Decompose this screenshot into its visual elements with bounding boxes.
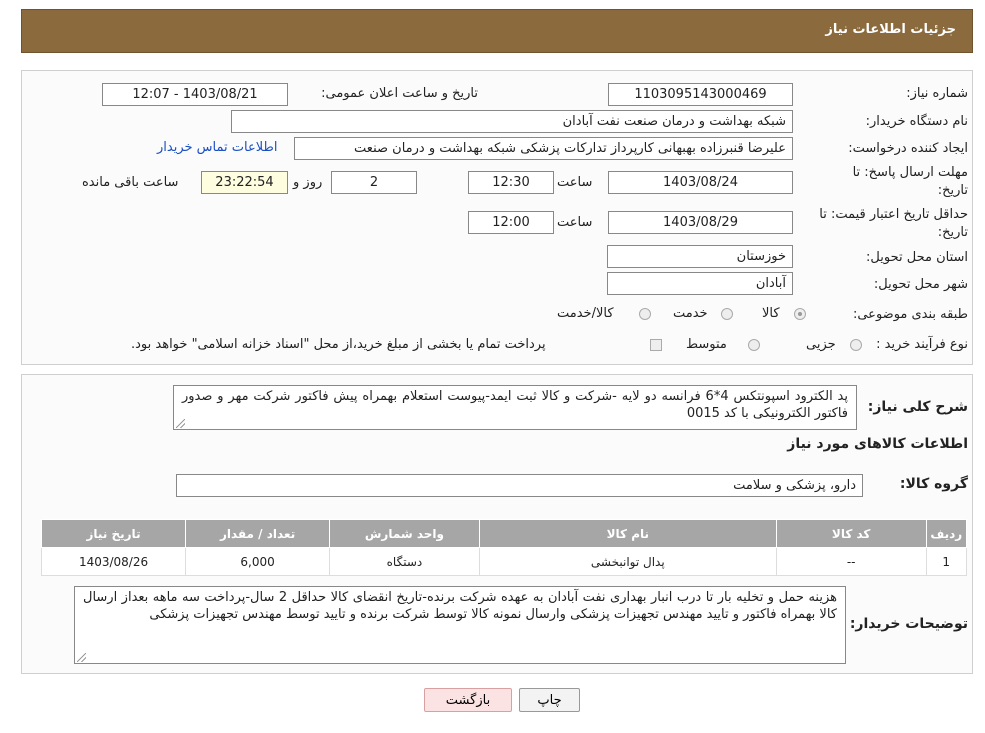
creator-label: ایجاد کننده درخواست:: [848, 141, 968, 156]
deadline-label: مهلت ارسال پاسخ: تا تاریخ:: [852, 165, 968, 198]
general-description-label: شرح کلی نیاز:: [867, 399, 968, 415]
required-items-title: اطلاعات کالاهای مورد نیاز: [787, 436, 968, 452]
cell-quantity: 6,000: [185, 547, 331, 576]
process-minor-radio[interactable]: [850, 339, 862, 351]
col-item-code: کد کالا: [775, 519, 927, 548]
category-goods-label: کالا: [762, 306, 780, 321]
category-goods-service-label: کالا/خدمت: [557, 306, 614, 321]
treasury-payment-note: پرداخت تمام یا بخشی از مبلغ خرید،از محل …: [131, 337, 546, 352]
process-minor-label: جزیی: [806, 337, 836, 352]
buyer-contact-link[interactable]: اطلاعات تماس خریدار: [157, 140, 277, 155]
table-row: 1 -- پدال توانبخشی دستگاه 6,000 1403/08/…: [40, 547, 967, 576]
buyer-notes-textarea[interactable]: هزینه حمل و تخلیه بار تا درب انبار بهدار…: [74, 586, 846, 664]
treasury-payment-checkbox[interactable]: [650, 339, 662, 351]
item-group-label: گروه کالا:: [899, 476, 968, 492]
buyer-notes-text: هزینه حمل و تخلیه بار تا درب انبار بهدار…: [83, 590, 837, 622]
buyer-org-label: نام دستگاه خریدار:: [865, 114, 968, 129]
cell-item-name: پدال توانبخشی: [478, 547, 777, 576]
days-remaining-field: 2: [331, 171, 417, 194]
cell-need-date: 1403/08/26: [40, 547, 187, 576]
col-quantity: تعداد / مقدار: [185, 519, 331, 548]
purchase-process-label: نوع فرآیند خرید :: [876, 337, 968, 352]
delivery-province-field: خوزستان: [607, 245, 793, 268]
page-header: جزئیات اطلاعات نیاز: [21, 9, 973, 53]
category-service-radio[interactable]: [721, 308, 733, 320]
time-remaining-field: 23:22:54: [201, 171, 288, 194]
time-remaining-label: ساعت باقی مانده: [82, 175, 179, 190]
col-item-name: نام کالا: [478, 519, 777, 548]
deadline-time-field: 12:30: [468, 171, 554, 194]
announce-date-field: 1403/08/21 - 12:07: [102, 83, 288, 106]
need-number-label: شماره نیاز:: [906, 86, 968, 101]
cell-unit: دستگاه: [329, 547, 480, 576]
deadline-time-label: ساعت: [557, 175, 593, 190]
process-medium-radio[interactable]: [748, 339, 760, 351]
item-group-field: دارو، پزشکی و سلامت: [176, 474, 863, 497]
delivery-city-field: آبادان: [607, 272, 793, 295]
process-medium-label: متوسط: [686, 337, 727, 352]
category-service-label: خدمت: [673, 306, 708, 321]
deadline-date-field: 1403/08/24: [608, 171, 793, 194]
col-unit: واحد شمارش: [329, 519, 480, 548]
category-label: طبقه بندی موضوعی:: [852, 307, 968, 322]
category-goods-radio[interactable]: [794, 308, 806, 320]
cell-row-number: 1: [925, 547, 967, 576]
col-need-date: تاریخ نیاز: [40, 519, 187, 548]
need-number-field: 1103095143000469: [608, 83, 793, 106]
cell-item-code: --: [775, 547, 927, 576]
back-button[interactable]: بازگشت: [424, 688, 512, 712]
announce-date-label: تاریخ و ساعت اعلان عمومی:: [321, 86, 478, 101]
resize-grip-icon[interactable]: [176, 419, 185, 428]
page-title: جزئیات اطلاعات نیاز: [825, 22, 956, 37]
buyer-notes-label: توضیحات خریدار:: [849, 616, 968, 632]
items-table-header-row: ردیف کد کالا نام کالا واحد شمارش تعداد /…: [40, 519, 967, 548]
price-validity-time-label: ساعت: [557, 215, 593, 230]
price-validity-label: حداقل تاریخ اعتبار قیمت: تا تاریخ:: [819, 207, 968, 240]
general-description-textarea[interactable]: پد الکترود اسپونتکس 4*6 فرانسه دو لایه -…: [173, 385, 857, 430]
price-validity-time-field: 12:00: [468, 211, 554, 234]
creator-field: علیرضا قنبرزاده بهبهانی کارپرداز تدارکات…: [294, 137, 793, 160]
col-row-number: ردیف: [925, 519, 967, 548]
price-validity-date-field: 1403/08/29: [608, 211, 793, 234]
category-goods-service-radio[interactable]: [639, 308, 651, 320]
days-label: روز و: [293, 175, 323, 190]
delivery-province-label: استان محل تحویل:: [866, 250, 968, 265]
delivery-city-label: شهر محل تحویل:: [873, 277, 968, 292]
general-description-text: پد الکترود اسپونتکس 4*6 فرانسه دو لایه -…: [182, 389, 848, 421]
resize-grip-icon[interactable]: [77, 653, 86, 662]
buyer-org-field: شبکه بهداشت و درمان صنعت نفت آبادان: [231, 110, 793, 133]
items-table: ردیف کد کالا نام کالا واحد شمارش تعداد /…: [40, 519, 967, 576]
print-button[interactable]: چاپ: [519, 688, 580, 712]
